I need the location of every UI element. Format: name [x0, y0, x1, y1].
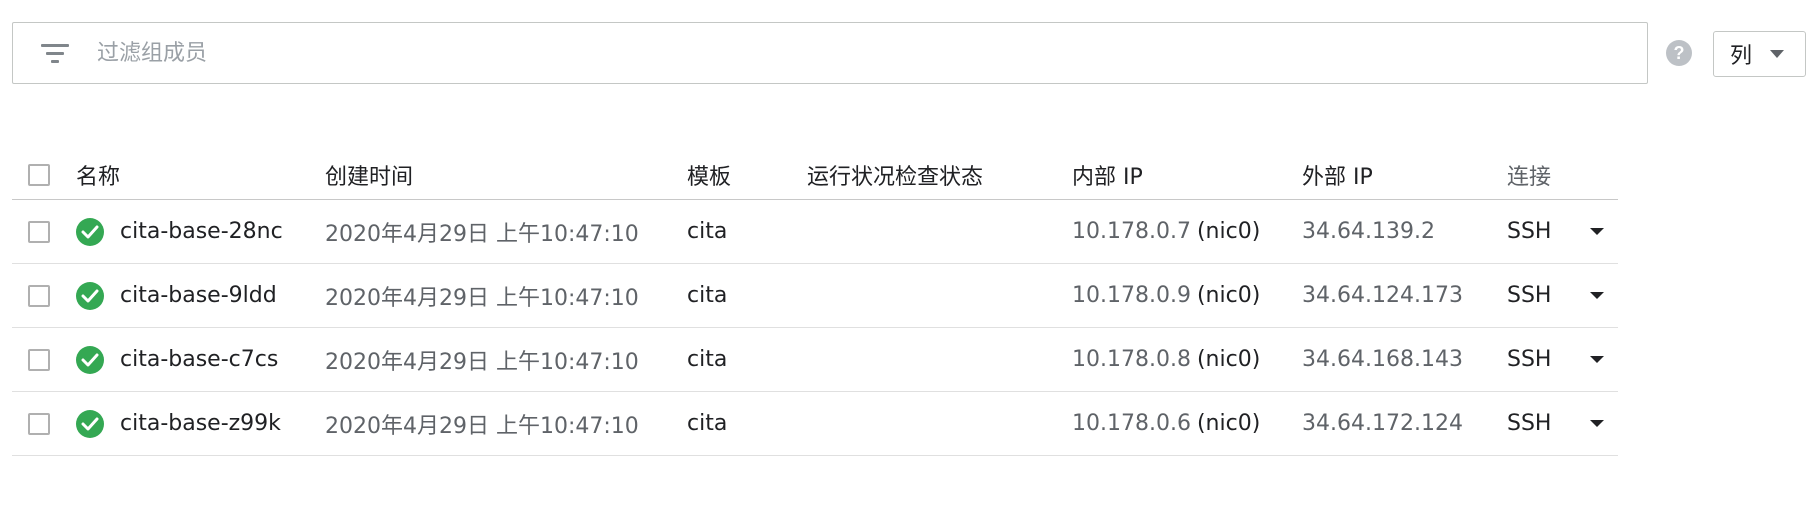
- template-name: cita: [687, 347, 728, 372]
- table-row[interactable]: cita-base-c7cs 2020年4月29日 上午10:47:10 cit…: [12, 328, 1618, 392]
- instance-name-link[interactable]: cita-base-c7cs: [120, 347, 278, 372]
- ssh-options-dropdown-icon[interactable]: [1590, 420, 1604, 427]
- header-health[interactable]: 运行状况检查状态: [807, 138, 983, 199]
- instance-name-link[interactable]: cita-base-z99k: [120, 411, 281, 436]
- help-icon[interactable]: ?: [1666, 40, 1692, 66]
- header-name[interactable]: 名称: [76, 138, 120, 199]
- filter-input[interactable]: [97, 33, 1647, 73]
- filter-bar[interactable]: [12, 22, 1648, 84]
- template-name: cita: [687, 219, 728, 244]
- template-name: cita: [687, 411, 728, 436]
- ssh-options-dropdown-icon[interactable]: [1590, 356, 1604, 363]
- external-ip[interactable]: 34.64.168.143: [1302, 328, 1463, 391]
- internal-ip: 10.178.0.8: [1072, 347, 1191, 372]
- ssh-options-dropdown-icon[interactable]: [1590, 228, 1604, 235]
- table-row[interactable]: cita-base-28nc 2020年4月29日 上午10:47:10 cit…: [12, 200, 1618, 264]
- nic-label: (nic0): [1196, 411, 1261, 436]
- internal-ip: 10.178.0.9: [1072, 283, 1191, 308]
- created-time: 2020年4月29日 上午10:47:10: [325, 221, 639, 247]
- ssh-options-dropdown-icon[interactable]: [1590, 292, 1604, 299]
- members-table: 名称 创建时间 模板 运行状况检查状态 内部 IP 外部 IP 连接 cita-…: [12, 138, 1618, 456]
- header-internal-ip[interactable]: 内部 IP: [1072, 138, 1143, 199]
- row-checkbox[interactable]: [28, 348, 50, 371]
- instance-name-link[interactable]: cita-base-9ldd: [120, 283, 277, 308]
- select-all-checkbox[interactable]: [28, 163, 50, 186]
- instance-group-members-page: ? 列 名称 创建时间 模板 运行状况检查状态 内部 IP 外部 IP 连接: [0, 0, 1818, 506]
- row-checkbox[interactable]: [28, 412, 50, 435]
- table-header-row: 名称 创建时间 模板 运行状况检查状态 内部 IP 外部 IP 连接: [12, 138, 1618, 200]
- status-ok-icon: [76, 409, 104, 438]
- status-ok-icon: [76, 217, 104, 246]
- created-time: 2020年4月29日 上午10:47:10: [325, 349, 639, 375]
- table-row[interactable]: cita-base-z99k 2020年4月29日 上午10:47:10 cit…: [12, 392, 1618, 456]
- nic-label: (nic0): [1196, 219, 1261, 244]
- table-body: cita-base-28nc 2020年4月29日 上午10:47:10 cit…: [12, 200, 1618, 456]
- ssh-link[interactable]: SSH: [1507, 200, 1551, 263]
- row-checkbox[interactable]: [28, 220, 50, 243]
- row-checkbox[interactable]: [28, 284, 50, 307]
- created-time: 2020年4月29日 上午10:47:10: [325, 285, 639, 311]
- ssh-link[interactable]: SSH: [1507, 264, 1551, 327]
- instance-name-link[interactable]: cita-base-28nc: [120, 219, 283, 244]
- ssh-link[interactable]: SSH: [1507, 392, 1551, 455]
- filter-icon: [40, 42, 70, 64]
- header-external-ip[interactable]: 外部 IP: [1302, 138, 1373, 199]
- status-ok-icon: [76, 281, 104, 310]
- external-ip[interactable]: 34.64.139.2: [1302, 200, 1435, 263]
- nic-label: (nic0): [1196, 283, 1261, 308]
- ssh-link[interactable]: SSH: [1507, 328, 1551, 391]
- status-ok-icon: [76, 345, 104, 374]
- internal-ip: 10.178.0.6: [1072, 411, 1191, 436]
- columns-button[interactable]: 列: [1713, 31, 1806, 77]
- header-template[interactable]: 模板: [687, 138, 731, 199]
- columns-button-label: 列: [1730, 44, 1753, 69]
- chevron-down-icon: [1770, 50, 1785, 58]
- internal-ip: 10.178.0.7: [1072, 219, 1191, 244]
- header-created[interactable]: 创建时间: [325, 138, 413, 199]
- template-name: cita: [687, 283, 728, 308]
- table-row[interactable]: cita-base-9ldd 2020年4月29日 上午10:47:10 cit…: [12, 264, 1618, 328]
- nic-label: (nic0): [1196, 347, 1261, 372]
- external-ip[interactable]: 34.64.124.173: [1302, 264, 1463, 327]
- header-connect: 连接: [1507, 164, 1552, 190]
- created-time: 2020年4月29日 上午10:47:10: [325, 413, 639, 439]
- external-ip[interactable]: 34.64.172.124: [1302, 392, 1463, 455]
